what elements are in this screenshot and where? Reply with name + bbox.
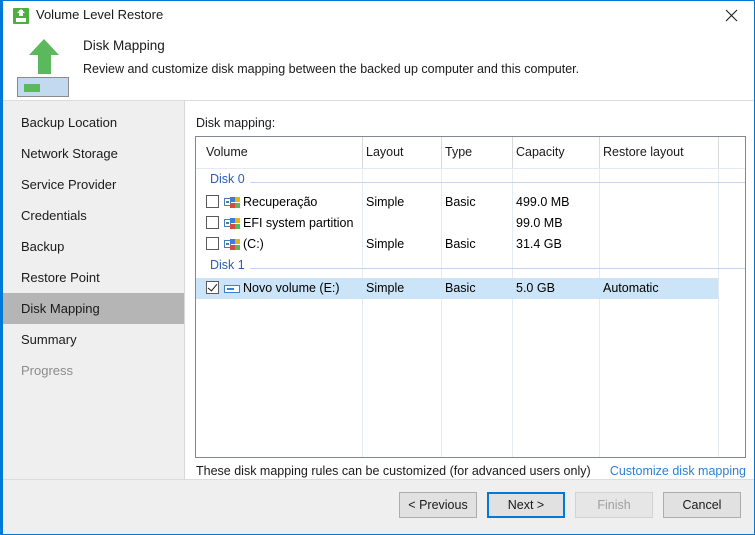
drive-icon [224, 282, 240, 295]
customize-disk-mapping-link[interactable]: Customize disk mapping [610, 464, 746, 478]
cell-capacity: 499.0 MB [516, 195, 570, 209]
column-header-restore-layout[interactable]: Restore layout [603, 137, 684, 168]
cancel-button[interactable]: Cancel [663, 492, 741, 518]
volume-level-restore-dialog: Volume Level Restore Disk Mapping Review… [0, 0, 755, 535]
group-header-disk-1: Disk 1 [196, 255, 745, 278]
window-title: Volume Level Restore [36, 7, 164, 22]
column-header-layout[interactable]: Layout [366, 137, 404, 168]
cell-volume: (C:) [243, 237, 264, 251]
cell-restore-layout: Automatic [603, 281, 659, 295]
cell-layout: Simple [366, 237, 405, 251]
wizard-sidebar: Backup Location Network Storage Service … [3, 101, 185, 482]
row-checkbox[interactable] [206, 195, 219, 208]
volume-restore-icon [16, 33, 72, 97]
table-row[interactable]: Novo volume (E:) Simple Basic 5.0 GB Aut… [196, 278, 745, 299]
disk-mapping-note: These disk mapping rules can be customiz… [196, 464, 591, 478]
cell-layout: Simple [366, 281, 405, 295]
table-row[interactable]: (C:) Simple Basic 31.4 GB [196, 234, 745, 255]
cell-type: Basic [445, 237, 476, 251]
sidebar-item-restore-point[interactable]: Restore Point [3, 262, 184, 293]
cell-capacity: 31.4 GB [516, 237, 562, 251]
previous-button[interactable]: < Previous [399, 492, 477, 518]
group-label: Disk 0 [210, 172, 250, 186]
partition-icon [224, 196, 240, 209]
page-subtitle: Review and customize disk mapping betwee… [83, 62, 580, 76]
sidebar-item-network-storage[interactable]: Network Storage [3, 138, 184, 169]
disk-mapping-grid[interactable]: Volume Layout Type Capacity Restore layo… [195, 136, 746, 458]
main-content: Disk mapping: Volume Layout Type Capacit… [186, 101, 754, 479]
sidebar-item-backup-location[interactable]: Backup Location [3, 107, 184, 138]
group-header-disk-0: Disk 0 [196, 169, 745, 192]
cell-volume: Novo volume (E:) [243, 281, 340, 295]
row-checkbox[interactable] [206, 237, 219, 250]
cell-capacity: 99.0 MB [516, 216, 563, 230]
table-row[interactable]: Recuperação Simple Basic 499.0 MB [196, 192, 745, 213]
row-checkbox[interactable] [206, 281, 219, 294]
row-checkbox[interactable] [206, 216, 219, 229]
sidebar-item-progress: Progress [21, 363, 74, 378]
app-icon [13, 8, 29, 24]
grid-body: Disk 0 Recuperação Simple Basic 499.0 MB [196, 169, 745, 457]
partition-icon [224, 238, 240, 251]
column-header-capacity[interactable]: Capacity [516, 137, 565, 168]
group-label: Disk 1 [210, 258, 250, 272]
title-bar: Volume Level Restore [3, 1, 754, 30]
sidebar-item-credentials[interactable]: Credentials [3, 200, 184, 231]
column-header-type[interactable]: Type [445, 137, 472, 168]
cell-layout: Simple [366, 195, 405, 209]
page-title: Disk Mapping [83, 38, 165, 53]
sidebar-item-backup[interactable]: Backup [3, 231, 184, 262]
column-header-volume[interactable]: Volume [206, 137, 248, 168]
disk-mapping-label: Disk mapping: [196, 116, 276, 130]
sidebar-item-summary[interactable]: Summary [3, 324, 184, 355]
close-icon[interactable] [709, 1, 754, 30]
next-button[interactable]: Next > [487, 492, 565, 518]
partition-icon [224, 217, 240, 230]
sidebar-item-disk-mapping[interactable]: Disk Mapping [3, 293, 184, 324]
dialog-button-bar: < Previous Next > Finish Cancel [3, 479, 754, 534]
grid-header-row: Volume Layout Type Capacity Restore layo… [196, 137, 745, 169]
cell-capacity: 5.0 GB [516, 281, 555, 295]
cell-type: Basic [445, 281, 476, 295]
table-row[interactable]: EFI system partition 99.0 MB [196, 213, 745, 234]
sidebar-item-service-provider[interactable]: Service Provider [3, 169, 184, 200]
cell-type: Basic [445, 195, 476, 209]
cell-volume: Recuperação [243, 195, 318, 209]
cell-volume: EFI system partition [243, 216, 354, 230]
header-banner: Disk Mapping Review and customize disk m… [3, 30, 754, 101]
finish-button: Finish [575, 492, 653, 518]
